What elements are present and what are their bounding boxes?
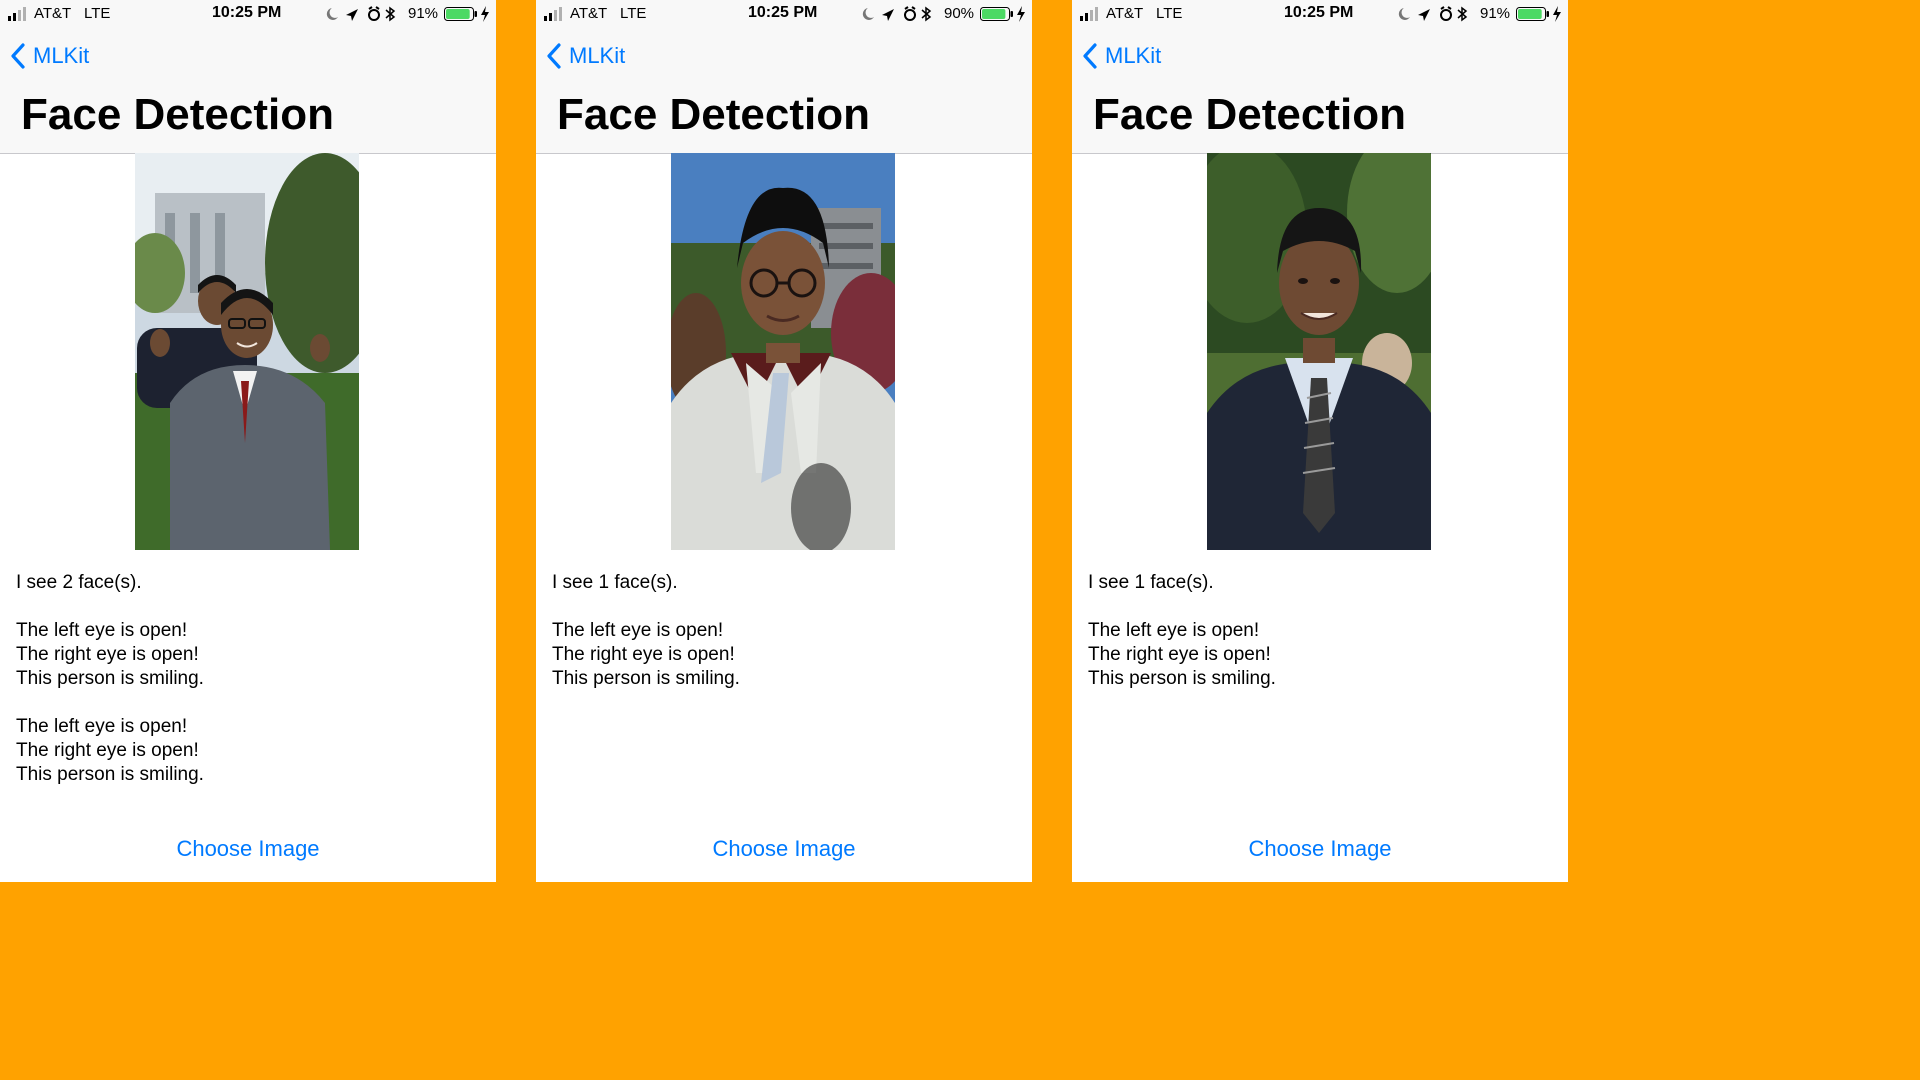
status-bar: AT&T LTE 10:25 PM 90% — [536, 0, 1032, 28]
status-icons — [862, 6, 932, 22]
status-bar: AT&T LTE 10:25 PM 91% — [0, 0, 496, 28]
signal-strength-icon — [544, 7, 562, 21]
page-title: Face Detection — [557, 90, 870, 139]
face-count-text: I see 1 face(s). — [552, 572, 678, 593]
carrier-name: AT&T — [34, 5, 72, 22]
network-type: LTE — [84, 5, 111, 22]
signal-strength-icon — [1080, 7, 1098, 21]
phone-screen-3: AT&T LTE 10:25 PM 91% MLKit Face Detecti… — [1072, 0, 1568, 882]
page-title: Face Detection — [21, 90, 334, 139]
left-eye-status: The left eye is open! — [552, 620, 724, 641]
face-result: The left eye is open! The right eye is o… — [552, 619, 1012, 691]
phone-screen-2: AT&T LTE 10:25 PM 90% MLKit Face Detecti… — [536, 0, 1032, 882]
carrier-name: AT&T — [1106, 5, 1144, 22]
face-count-text: I see 1 face(s). — [1088, 572, 1214, 593]
selected-photo — [135, 153, 359, 550]
smiling-status: This person is smiling. — [552, 668, 740, 689]
charging-bolt-icon — [1553, 6, 1561, 22]
left-eye-status: The left eye is open! — [16, 620, 188, 641]
back-button-label: MLKit — [1105, 43, 1162, 68]
battery-percentage: 91% — [1480, 5, 1511, 22]
smiling-status: This person is smiling. — [1088, 668, 1276, 689]
detection-results: I see 1 face(s). The left eye is open! T… — [1088, 571, 1548, 715]
photo-person-dark-suit — [1207, 153, 1431, 550]
chevron-left-icon — [1083, 43, 1097, 69]
location-arrow-icon — [882, 9, 894, 21]
location-arrow-icon — [1418, 9, 1430, 21]
chevron-left-icon — [547, 43, 561, 69]
network-type: LTE — [620, 5, 647, 22]
alarm-clock-icon — [1440, 6, 1452, 21]
left-eye-status: The left eye is open! — [16, 716, 188, 737]
face-result: The left eye is open! The right eye is o… — [16, 715, 476, 787]
charging-bolt-icon — [481, 6, 489, 22]
chevron-left-icon — [11, 43, 25, 69]
battery-percentage: 90% — [944, 5, 975, 22]
battery-icon — [444, 7, 477, 21]
status-time: 10:25 PM — [212, 4, 282, 21]
smiling-status: This person is smiling. — [16, 668, 204, 689]
choose-image-button[interactable]: Choose Image — [1072, 836, 1568, 862]
left-eye-status: The left eye is open! — [1088, 620, 1260, 641]
bluetooth-icon — [385, 6, 396, 22]
battery-icon — [980, 7, 1013, 21]
carrier-name: AT&T — [570, 5, 608, 22]
page-title: Face Detection — [1093, 90, 1406, 139]
status-time: 10:25 PM — [1284, 4, 1354, 21]
battery-icon — [1516, 7, 1549, 21]
bluetooth-icon — [1457, 6, 1468, 22]
navigation-bar: AT&T LTE 10:25 PM 91% MLKit Face Detecti… — [0, 0, 496, 154]
moon-icon — [326, 8, 338, 20]
right-eye-status: The right eye is open! — [16, 644, 199, 665]
status-bar: AT&T LTE 10:25 PM 91% — [1072, 0, 1568, 28]
selected-photo — [671, 153, 895, 550]
navigation-bar: AT&T LTE 10:25 PM 90% MLKit Face Detecti… — [536, 0, 1032, 154]
face-result: The left eye is open! The right eye is o… — [16, 619, 476, 691]
face-count-text: I see 2 face(s). — [16, 572, 142, 593]
charging-bolt-icon — [1017, 6, 1025, 22]
status-time: 10:25 PM — [748, 4, 818, 21]
battery-percentage: 91% — [408, 5, 439, 22]
photo-person-light-suit — [671, 153, 895, 550]
choose-image-button[interactable]: Choose Image — [0, 836, 496, 862]
phone-screen-1: AT&T LTE 10:25 PM 91% MLKit Face Detecti… — [0, 0, 496, 882]
status-icons — [326, 6, 396, 22]
face-result: The left eye is open! The right eye is o… — [1088, 619, 1548, 691]
location-arrow-icon — [346, 9, 358, 21]
signal-strength-icon — [8, 7, 26, 21]
moon-icon — [1398, 8, 1410, 20]
choose-image-button[interactable]: Choose Image — [536, 836, 1032, 862]
navigation-bar: AT&T LTE 10:25 PM 91% MLKit Face Detecti… — [1072, 0, 1568, 154]
right-eye-status: The right eye is open! — [1088, 644, 1271, 665]
bluetooth-icon — [921, 6, 932, 22]
alarm-clock-icon — [904, 6, 916, 21]
selected-photo — [1207, 153, 1431, 550]
moon-icon — [862, 8, 874, 20]
back-button-label: MLKit — [569, 43, 626, 68]
network-type: LTE — [1156, 5, 1183, 22]
detection-results: I see 1 face(s). The left eye is open! T… — [552, 571, 1012, 715]
smiling-status: This person is smiling. — [16, 764, 204, 785]
status-icons — [1398, 6, 1468, 22]
right-eye-status: The right eye is open! — [552, 644, 735, 665]
back-button-label: MLKit — [33, 43, 90, 68]
alarm-clock-icon — [368, 6, 380, 21]
detection-results: I see 2 face(s). The left eye is open! T… — [16, 571, 476, 811]
right-eye-status: The right eye is open! — [16, 740, 199, 761]
photo-two-people — [135, 153, 359, 550]
